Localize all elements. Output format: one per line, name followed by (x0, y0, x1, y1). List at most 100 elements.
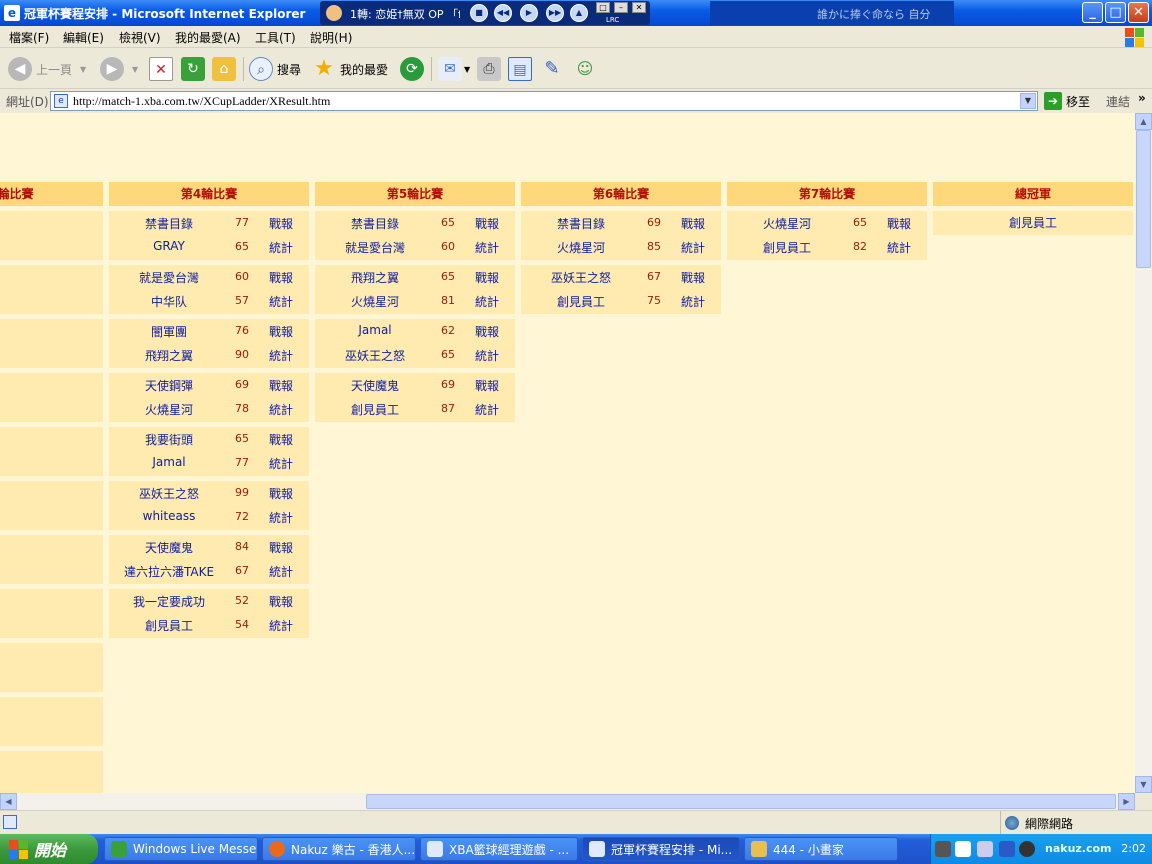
report-link[interactable]: 戰報 (269, 539, 293, 556)
team-name[interactable]: Jamal (109, 455, 229, 469)
chevron-left-icon[interactable] (999, 841, 1015, 857)
team-name[interactable]: whiteass (109, 509, 229, 523)
fast-forward-icon[interactable]: ▶▶ (546, 4, 564, 22)
team-name[interactable]: 我要街頭 (109, 431, 229, 448)
discuss-button[interactable]: ✎ (540, 55, 564, 83)
report-link[interactable]: 戰報 (475, 377, 499, 394)
stats-link[interactable]: 統計 (475, 293, 499, 310)
report-link[interactable]: 戰報 (269, 269, 293, 286)
team-name[interactable]: 創見員工 (521, 293, 641, 310)
stats-link[interactable]: 統計 (887, 239, 911, 256)
report-link[interactable]: 戰報 (269, 593, 293, 610)
mail-button[interactable]: ✉ ▼ (438, 55, 470, 83)
task-current-ie[interactable]: 冠軍杯賽程安排 - Mi... (582, 837, 740, 861)
team-name[interactable]: 我一定要成功 (109, 593, 229, 610)
team-name[interactable]: Jamal (315, 323, 435, 337)
window-titlebar[interactable]: e 冠軍杯賽程安排 - Microsoft Internet Explorer … (0, 0, 1152, 26)
menu-file[interactable]: 檔案(F) (9, 29, 49, 46)
menu-help[interactable]: 說明(H) (310, 29, 352, 46)
stats-link[interactable]: 統計 (269, 617, 293, 634)
team-name[interactable]: 就是愛台灣 (109, 269, 229, 286)
menu-view[interactable]: 檢視(V) (119, 29, 161, 46)
task-firefox[interactable]: Nakuz 樂古 - 香港人... (262, 837, 416, 861)
team-name[interactable]: 達六拉六潘TAKE (109, 563, 229, 580)
address-dropdown-icon[interactable]: ▼ (1020, 93, 1036, 109)
scroll-down-icon[interactable]: ▼ (1135, 776, 1152, 793)
media-close-icon[interactable]: ✕ (632, 2, 646, 13)
mail-dropdown-icon[interactable]: ▼ (464, 65, 470, 74)
edit-button[interactable]: ▤ (508, 55, 532, 83)
team-name[interactable]: 火燒星河 (315, 293, 435, 310)
stats-link[interactable]: 統計 (269, 293, 293, 310)
team-name[interactable]: 火燒星河 (521, 239, 641, 256)
stats-link[interactable]: 統計 (475, 401, 499, 418)
team-name[interactable]: 就是愛台灣 (315, 239, 435, 256)
menu-tools[interactable]: 工具(T) (255, 29, 296, 46)
start-button[interactable]: 開始 (0, 834, 98, 864)
horizontal-scrollbar[interactable]: ◀ ▶ (0, 793, 1135, 810)
media-player-bar[interactable]: 1轉: 恋姫†無双 OP 「f ■ ◀◀ ▶ ▶▶ ▲ □ – ✕ LRC (320, 1, 650, 25)
stop-button[interactable]: ✕ (149, 55, 173, 83)
team-name[interactable]: 禁書目錄 (315, 215, 435, 232)
report-link[interactable]: 戰報 (269, 323, 293, 340)
report-link[interactable]: 戰報 (681, 269, 705, 286)
chevron-right-icon[interactable]: » (1138, 91, 1146, 105)
task-messenger[interactable]: Windows Live Messen... (104, 837, 258, 861)
stats-link[interactable]: 統計 (269, 401, 293, 418)
team-name[interactable]: 火燒星河 (109, 401, 229, 418)
stats-link[interactable]: 統計 (475, 347, 499, 364)
help-icon[interactable] (955, 841, 971, 857)
network-icon[interactable] (977, 841, 993, 857)
back-button[interactable]: ◀ 上一頁 ▼ (8, 55, 86, 83)
report-link[interactable]: 戰報 (475, 323, 499, 340)
stats-link[interactable]: 統計 (475, 239, 499, 256)
team-name[interactable]: 火燒星河 (727, 215, 847, 232)
stats-link[interactable]: 統計 (269, 239, 293, 256)
eject-icon[interactable]: ▲ (570, 4, 588, 22)
team-name[interactable]: 創見員工 (727, 239, 847, 256)
maximize-button[interactable]: □ (1105, 2, 1126, 23)
stats-link[interactable]: 統計 (681, 239, 705, 256)
forward-dropdown-icon[interactable]: ▼ (132, 65, 138, 74)
rewind-icon[interactable]: ◀◀ (494, 4, 512, 22)
stats-link[interactable]: 統計 (681, 293, 705, 310)
team-name[interactable]: 禁書目錄 (109, 215, 229, 232)
task-xba[interactable]: XBA籃球經理遊戲 - ... (420, 837, 578, 861)
history-button[interactable]: ⟳ (400, 55, 424, 83)
stop-icon[interactable]: ■ (470, 4, 488, 22)
print-button[interactable]: ⎙ (477, 55, 501, 83)
team-name[interactable]: 巫妖王之怒 (315, 347, 435, 364)
keyboard-icon[interactable] (935, 841, 951, 857)
forward-button[interactable]: ▶ ▼ (100, 55, 138, 83)
team-name[interactable]: 巫妖王之怒 (109, 485, 229, 502)
report-link[interactable]: 戰報 (475, 215, 499, 232)
url-text[interactable]: http://match-1.xba.com.tw/XCupLadder/XRe… (73, 94, 330, 109)
media-minimize-icon[interactable]: – (614, 2, 628, 13)
home-button[interactable]: ⌂ (212, 55, 236, 83)
scroll-up-icon[interactable]: ▲ (1135, 113, 1152, 130)
go-button[interactable]: ➔ 移至 (1044, 92, 1090, 110)
report-link[interactable]: 戰報 (887, 215, 911, 232)
minimize-button[interactable]: _ (1082, 2, 1103, 23)
media-restore-icon[interactable]: □ (596, 2, 610, 13)
favorites-button[interactable]: ★ 我的最愛 (312, 55, 388, 83)
team-name[interactable]: 巫妖王之怒 (521, 269, 641, 286)
refresh-button[interactable]: ↻ (181, 55, 205, 83)
close-button[interactable]: ✕ (1128, 2, 1149, 23)
back-dropdown-icon[interactable]: ▼ (80, 65, 86, 74)
scroll-right-icon[interactable]: ▶ (1118, 793, 1135, 810)
menu-edit[interactable]: 編輯(E) (63, 29, 104, 46)
report-link[interactable]: 戰報 (681, 215, 705, 232)
report-link[interactable]: 戰報 (475, 269, 499, 286)
team-name[interactable]: 飛翔之翼 (109, 347, 229, 364)
menu-favorites[interactable]: 我的最愛(A) (175, 29, 241, 46)
report-link[interactable]: 戰報 (269, 485, 293, 502)
stats-link[interactable]: 統計 (269, 347, 293, 364)
team-name[interactable]: 飛翔之翼 (315, 269, 435, 286)
messenger-button[interactable]: ☺ (573, 55, 597, 83)
champion-team[interactable]: 創見員工 (933, 211, 1133, 235)
team-name[interactable]: 中华队 (109, 293, 229, 310)
report-link[interactable]: 戰報 (269, 431, 293, 448)
team-name[interactable]: 創見員工 (109, 617, 229, 634)
search-button[interactable]: ⌕ 搜尋 (249, 55, 301, 83)
